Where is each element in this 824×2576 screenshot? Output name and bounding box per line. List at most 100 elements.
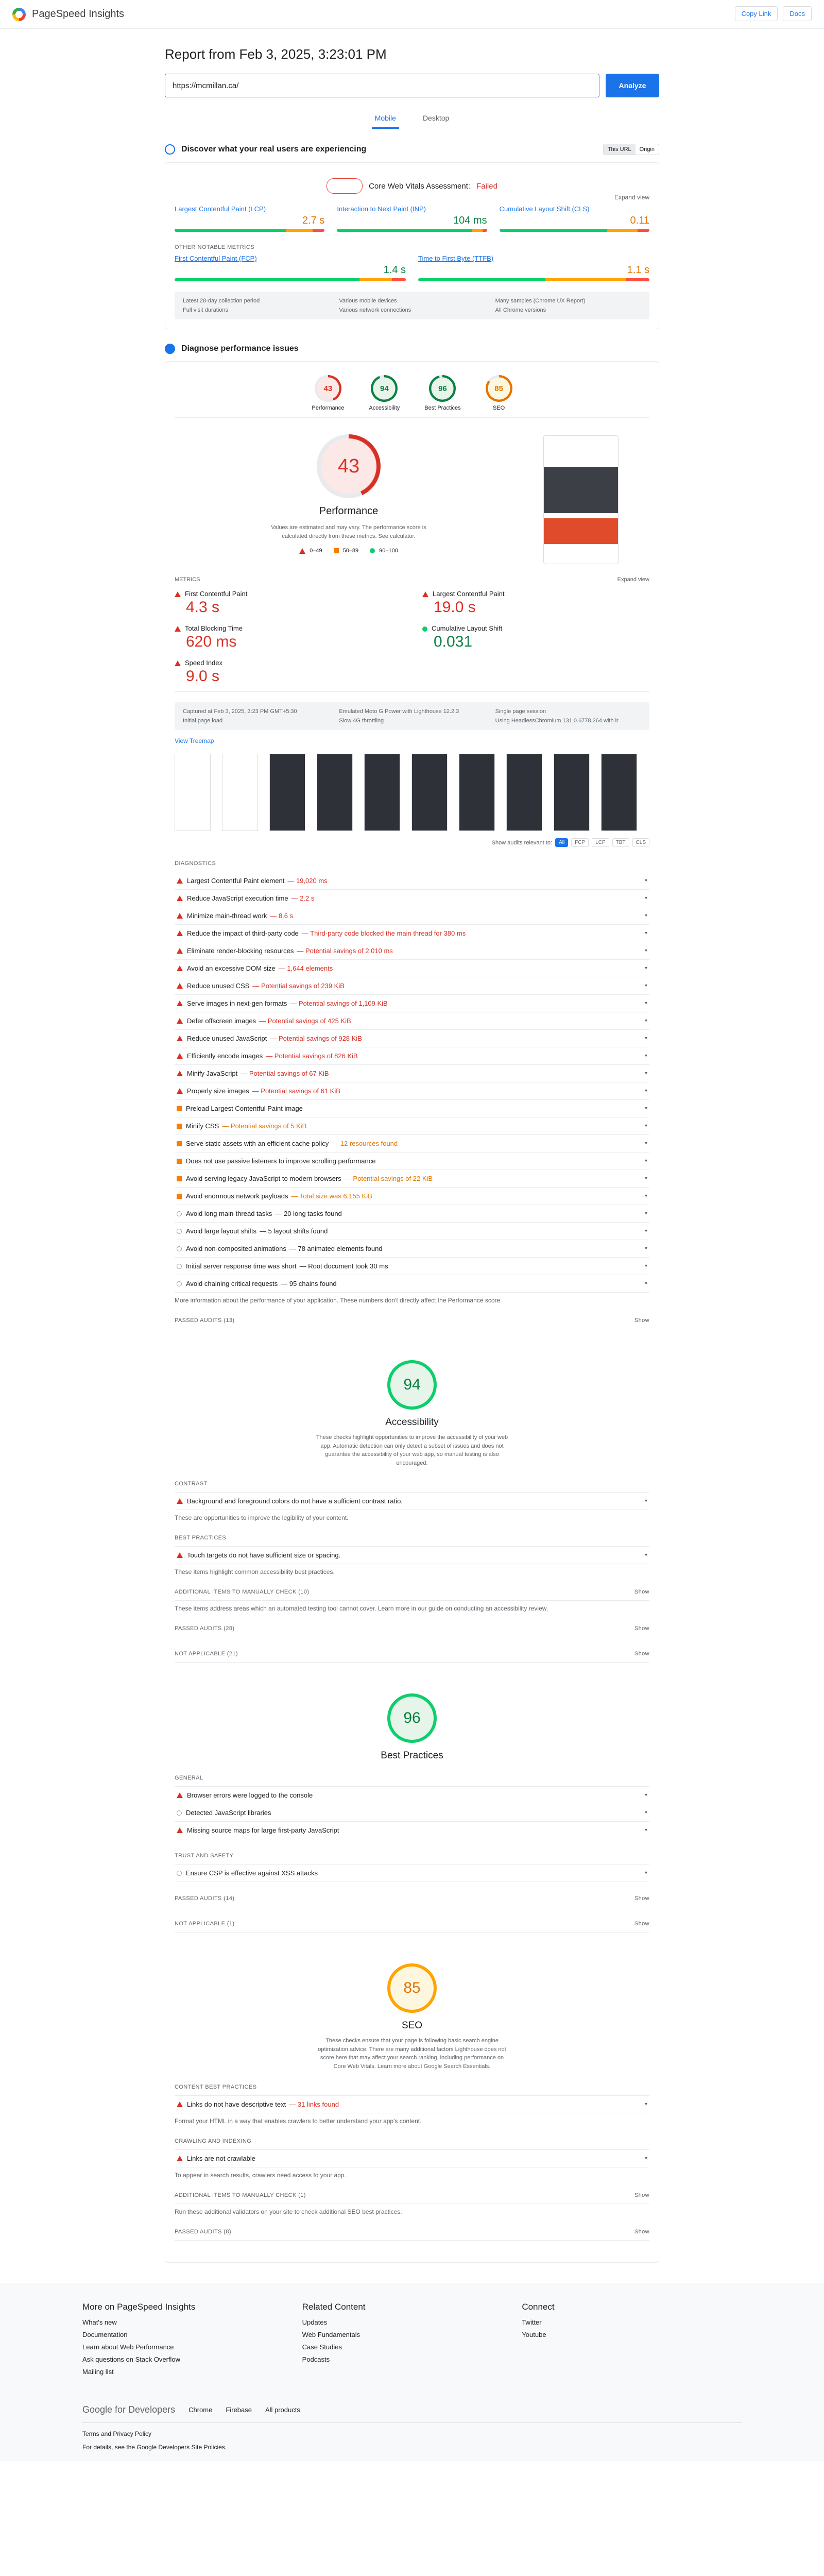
- audit-item[interactable]: Defer offscreen images — Potential saving…: [175, 1012, 649, 1030]
- footer-link[interactable]: What's new: [82, 2318, 302, 2326]
- filter-chip-tbt[interactable]: TBT: [612, 838, 629, 847]
- audit-item[interactable]: Avoid enormous network payloads — Total s…: [175, 1188, 649, 1205]
- url-origin-toggle[interactable]: This URL Origin: [603, 144, 659, 155]
- footer-product-link[interactable]: All products: [265, 2406, 300, 2414]
- pagespeed-logo-icon: [12, 7, 26, 21]
- filter-chip-cls[interactable]: CLS: [632, 838, 649, 847]
- audit-item[interactable]: Reduce unused CSS — Potential savings of …: [175, 977, 649, 995]
- field-metric-card[interactable]: First Contentful Paint (FCP) 1.4 s: [175, 255, 406, 281]
- footer-link[interactable]: Youtube: [522, 2331, 742, 2338]
- audit-detail: — Potential savings of 22 KiB: [344, 1175, 433, 1182]
- audit-item[interactable]: Avoid large layout shifts — 5 layout shif…: [175, 1223, 649, 1240]
- category-gauge[interactable]: 43 Performance: [312, 375, 344, 411]
- toggle-this-url[interactable]: This URL: [603, 144, 636, 155]
- audit-item[interactable]: Minify CSS — Potential savings of 5 KiB ▾: [175, 1117, 649, 1135]
- metric-label[interactable]: Largest Contentful Paint (LCP): [175, 205, 324, 213]
- filter-chip-lcp[interactable]: LCP: [592, 838, 609, 847]
- category-gauge[interactable]: 96 Best Practices: [424, 375, 461, 411]
- audit-item[interactable]: Ensure CSP is effective against XSS atta…: [175, 1865, 649, 1882]
- audit-item[interactable]: Touch targets do not have sufficient siz…: [175, 1547, 649, 1564]
- audit-item[interactable]: Avoid serving legacy JavaScript to moder…: [175, 1170, 649, 1188]
- audit-item[interactable]: Properly size images — Potential savings …: [175, 1082, 649, 1100]
- footer-link[interactable]: Web Fundamentals: [302, 2331, 522, 2338]
- field-metric-card[interactable]: Interaction to Next Paint (INP) 104 ms: [337, 205, 487, 232]
- audit-item[interactable]: Links are not crawlable ▾: [175, 2150, 649, 2167]
- audit-title: Properly size images: [187, 1087, 249, 1095]
- audit-item[interactable]: Links do not have descriptive text — 31 l…: [175, 2096, 649, 2113]
- category-gauge[interactable]: 85 SEO: [485, 375, 512, 411]
- brand-title[interactable]: PageSpeed Insights: [32, 8, 124, 20]
- filmstrip-frame: [269, 754, 305, 831]
- a11y-manual-checks[interactable]: ADDITIONAL ITEMS TO MANUALLY CHECK (10) S…: [175, 1575, 649, 1601]
- audit-item[interactable]: Efficiently encode images — Potential sav…: [175, 1047, 649, 1065]
- audit-title: Reduce unused CSS: [187, 982, 250, 990]
- category-gauge[interactable]: 94 Accessibility: [369, 375, 400, 411]
- audit-item[interactable]: Minify JavaScript — Potential savings of …: [175, 1065, 649, 1082]
- audit-item[interactable]: Background and foreground colors do not …: [175, 1493, 649, 1510]
- audit-item[interactable]: Missing source maps for large first-part…: [175, 1822, 649, 1839]
- bp-not-applicable[interactable]: NOT APPLICABLE (1) Show: [175, 1907, 649, 1933]
- audit-item[interactable]: Avoid an excessive DOM size — 1,644 eleme…: [175, 960, 649, 977]
- a11y-passed-audits[interactable]: PASSED AUDITS (28) Show: [175, 1612, 649, 1637]
- metric-label[interactable]: Time to First Byte (TTFB): [418, 255, 649, 262]
- audit-item[interactable]: Detected JavaScript libraries ▾: [175, 1804, 649, 1822]
- filter-chip-all[interactable]: All: [555, 838, 569, 847]
- seo-manual-checks[interactable]: ADDITIONAL ITEMS TO MANUALLY CHECK (1) Sh…: [175, 2179, 649, 2204]
- google-developers-logo[interactable]: Google for Developers: [82, 2404, 175, 2415]
- seo-passed-audits[interactable]: PASSED AUDITS (8) Show: [175, 2215, 649, 2241]
- metric-label[interactable]: First Contentful Paint (FCP): [175, 255, 406, 262]
- people-icon: [165, 144, 175, 155]
- docs-button[interactable]: Docs: [783, 6, 812, 21]
- bp-passed-audits[interactable]: PASSED AUDITS (14) Show: [175, 1882, 649, 1907]
- perf-passed-audits[interactable]: PASSED AUDITS (13) Show: [175, 1304, 649, 1329]
- audit-item[interactable]: Avoid non-composited animations — 78 anim…: [175, 1240, 649, 1258]
- audit-item[interactable]: Reduce the impact of third-party code — T…: [175, 925, 649, 942]
- bad-status-icon: [177, 1018, 183, 1024]
- field-metric-card[interactable]: Largest Contentful Paint (LCP) 2.7 s: [175, 205, 324, 232]
- metric-label[interactable]: Interaction to Next Paint (INP): [337, 205, 487, 213]
- footer-link[interactable]: Updates: [302, 2318, 522, 2326]
- audit-detail: — Potential savings of 61 KiB: [252, 1087, 340, 1095]
- audit-item[interactable]: Avoid long main-thread tasks — 20 long ta…: [175, 1205, 649, 1223]
- audit-item[interactable]: Does not use passive listeners to improv…: [175, 1153, 649, 1170]
- metrics-expand-link[interactable]: Expand view: [617, 577, 649, 583]
- chevron-down-icon: ▾: [644, 930, 647, 936]
- footer-product-link[interactable]: Firebase: [226, 2406, 252, 2414]
- footer-link[interactable]: Documentation: [82, 2331, 302, 2338]
- tab-mobile[interactable]: Mobile: [371, 109, 399, 129]
- performance-gauge: 43: [317, 434, 381, 498]
- audit-item[interactable]: Eliminate render-blocking resources — Pot…: [175, 942, 649, 960]
- bp-trust-list: Ensure CSP is effective against XSS atta…: [175, 1865, 649, 1882]
- footer-link[interactable]: Podcasts: [302, 2355, 522, 2363]
- footer-link[interactable]: Ask questions on Stack Overflow: [82, 2355, 302, 2363]
- field-metric-card[interactable]: Time to First Byte (TTFB) 1.1 s: [418, 255, 649, 281]
- audit-item[interactable]: Reduce unused JavaScript — Potential savi…: [175, 1030, 649, 1047]
- audit-item[interactable]: Minimize main-thread work — 8.6 s ▾: [175, 907, 649, 925]
- audit-item[interactable]: Preload Largest Contentful Paint image ▾: [175, 1100, 649, 1117]
- copy-link-button[interactable]: Copy Link: [734, 6, 778, 21]
- url-input[interactable]: https://mcmillan.ca/: [165, 74, 599, 97]
- tab-desktop[interactable]: Desktop: [420, 109, 452, 129]
- toggle-origin[interactable]: Origin: [636, 144, 659, 155]
- field-metric-card[interactable]: Cumulative Layout Shift (CLS) 0.11: [499, 205, 649, 232]
- view-treemap-button[interactable]: View Treemap: [175, 737, 649, 744]
- audit-item[interactable]: Largest Contentful Paint element — 19,020…: [175, 872, 649, 890]
- footer-product-link[interactable]: Chrome: [188, 2406, 212, 2414]
- filter-chip-fcp[interactable]: FCP: [571, 838, 589, 847]
- footer-link[interactable]: Twitter: [522, 2318, 742, 2326]
- audit-item[interactable]: Browser errors were logged to the consol…: [175, 1787, 649, 1804]
- footer-link[interactable]: Learn about Web Performance: [82, 2343, 302, 2351]
- audit-item[interactable]: Initial server response time was short — …: [175, 1258, 649, 1275]
- a11y-not-applicable[interactable]: NOT APPLICABLE (21) Show: [175, 1637, 649, 1663]
- expand-view-link[interactable]: Expand view: [175, 194, 649, 201]
- terms-link[interactable]: Terms and Privacy Policy: [82, 2430, 742, 2437]
- audit-item[interactable]: Reduce JavaScript execution time — 2.2 s ▾: [175, 890, 649, 907]
- footer-link[interactable]: Mailing list: [82, 2368, 302, 2376]
- audit-item[interactable]: Serve images in next-gen formats — Potent…: [175, 995, 649, 1012]
- audit-item[interactable]: Avoid chaining critical requests — 95 cha…: [175, 1275, 649, 1293]
- info-status-icon: [177, 1281, 182, 1286]
- metric-label[interactable]: Cumulative Layout Shift (CLS): [500, 205, 649, 213]
- analyze-button[interactable]: Analyze: [606, 74, 659, 97]
- audit-item[interactable]: Serve static assets with an efficient ca…: [175, 1135, 649, 1153]
- footer-link[interactable]: Case Studies: [302, 2343, 522, 2351]
